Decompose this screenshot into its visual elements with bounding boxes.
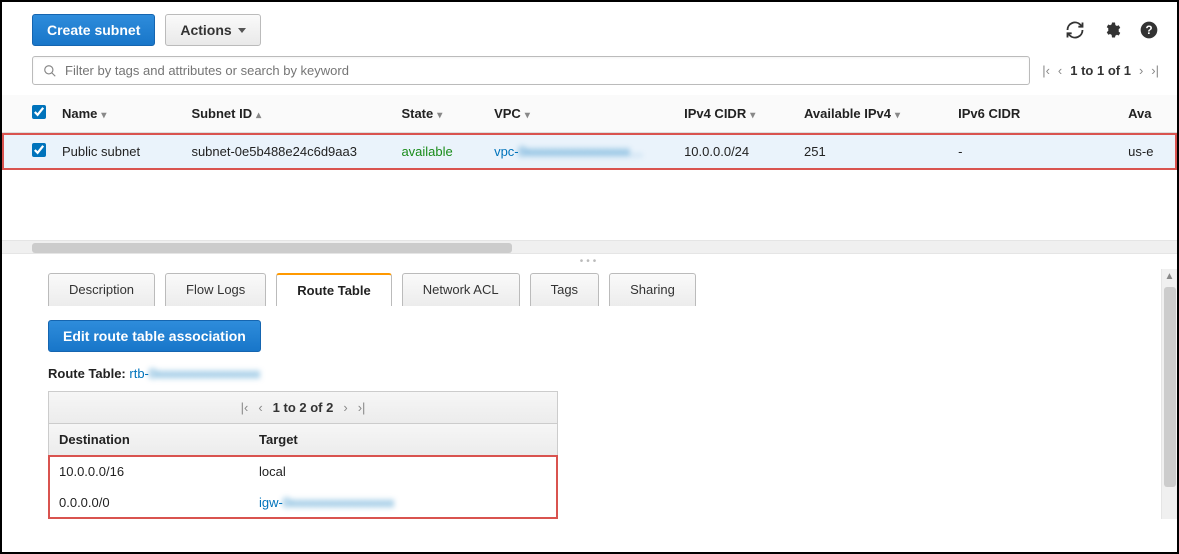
- routes-pager-first-icon[interactable]: |‹: [241, 400, 249, 415]
- scroll-up-icon[interactable]: ▲: [1162, 269, 1177, 284]
- pager-next-icon[interactable]: ›: [1139, 63, 1143, 78]
- filter-row: |‹ ‹ 1 to 1 of 1 › ›|: [2, 56, 1177, 95]
- pager-last-icon[interactable]: ›|: [1151, 63, 1159, 78]
- pager-first-icon[interactable]: |‹: [1042, 63, 1050, 78]
- tab-tags[interactable]: Tags: [530, 273, 599, 306]
- col-avail-zone[interactable]: Ava: [1120, 95, 1177, 133]
- col-subnet-id[interactable]: Subnet ID▴: [183, 95, 393, 133]
- route-table-panel: Edit route table association Route Table…: [48, 306, 1145, 519]
- cell-ipv4-cidr: 10.0.0.0/24: [676, 133, 796, 171]
- horizontal-scrollbar[interactable]: [2, 240, 1177, 254]
- help-icon[interactable]: ?: [1139, 20, 1159, 40]
- col-avail-ipv4[interactable]: Available IPv4▾: [796, 95, 950, 133]
- filter-input[interactable]: [65, 63, 1019, 78]
- row-checkbox[interactable]: [32, 143, 46, 157]
- cell-vpc[interactable]: vpc-0xxxxxxxxxxxxxxxx…: [486, 133, 676, 171]
- routes-pager-last-icon[interactable]: ›|: [358, 400, 366, 415]
- tab-route-table[interactable]: Route Table: [276, 273, 391, 306]
- gear-icon[interactable]: [1103, 21, 1121, 39]
- tab-description[interactable]: Description: [48, 273, 155, 306]
- subnets-table: Name▾ Subnet ID▴ State▾ VPC▾ IPv4 CIDR▾ …: [2, 95, 1177, 170]
- cell-state: available: [393, 133, 486, 171]
- chevron-down-icon: [238, 28, 246, 33]
- details-tabs: Description Flow Logs Route Table Networ…: [48, 273, 1145, 306]
- routes-table-wrap: |‹ ‹ 1 to 2 of 2 › ›| Destination Target: [48, 391, 558, 519]
- tab-sharing[interactable]: Sharing: [609, 273, 696, 306]
- vscroll-thumb[interactable]: [1164, 287, 1176, 487]
- route-table-link[interactable]: rtb-0xxxxxxxxxxxxxxxx: [129, 366, 260, 381]
- svg-text:?: ?: [1145, 24, 1152, 37]
- col-vpc[interactable]: VPC▾: [486, 95, 676, 133]
- details-panel: Description Flow Logs Route Table Networ…: [2, 269, 1177, 519]
- tab-flow-logs[interactable]: Flow Logs: [165, 273, 266, 306]
- routes-table: Destination Target 10.0.0.0/16 local 0.0…: [49, 424, 557, 518]
- top-toolbar: Create subnet Actions ?: [2, 2, 1177, 56]
- col-ipv6-cidr[interactable]: IPv6 CIDR: [950, 95, 1120, 133]
- routes-pager: |‹ ‹ 1 to 2 of 2 › ›|: [49, 392, 557, 424]
- cell-target[interactable]: igw-0xxxxxxxxxxxxxxxx: [249, 487, 557, 518]
- col-destination: Destination: [49, 424, 249, 456]
- pager-top: |‹ ‹ 1 to 1 of 1 › ›|: [1042, 63, 1159, 78]
- col-target: Target: [249, 424, 557, 456]
- routes-pager-prev-icon[interactable]: ‹: [258, 400, 262, 415]
- subnets-table-wrap: Name▾ Subnet ID▴ State▾ VPC▾ IPv4 CIDR▾ …: [2, 95, 1177, 170]
- select-all-checkbox[interactable]: [32, 105, 46, 119]
- cell-avail-zone: us-e: [1120, 133, 1177, 171]
- route-table-label: Route Table: rtb-0xxxxxxxxxxxxxxxx: [48, 366, 1145, 381]
- cell-avail-ipv4: 251: [796, 133, 950, 171]
- refresh-icon[interactable]: [1065, 20, 1085, 40]
- cell-destination: 0.0.0.0/0: [49, 487, 249, 518]
- cell-destination: 10.0.0.0/16: [49, 456, 249, 488]
- col-ipv4-cidr[interactable]: IPv4 CIDR▾: [676, 95, 796, 133]
- col-checkbox: [2, 95, 54, 133]
- search-icon: [43, 64, 57, 78]
- resize-handle[interactable]: •••: [2, 254, 1177, 269]
- vertical-scrollbar[interactable]: ▲: [1161, 269, 1177, 519]
- filter-search-box[interactable]: [32, 56, 1030, 85]
- routes-pager-next-icon[interactable]: ›: [343, 400, 347, 415]
- cell-ipv6-cidr: -: [950, 133, 1120, 171]
- cell-subnet-id: subnet-0e5b488e24c6d9aa3: [183, 133, 393, 171]
- cell-target: local: [249, 456, 557, 488]
- scroll-thumb[interactable]: [32, 243, 512, 253]
- table-row[interactable]: Public subnet subnet-0e5b488e24c6d9aa3 a…: [2, 133, 1177, 171]
- create-subnet-button[interactable]: Create subnet: [32, 14, 155, 46]
- tab-network-acl[interactable]: Network ACL: [402, 273, 520, 306]
- pager-text: 1 to 1 of 1: [1070, 63, 1131, 78]
- col-state[interactable]: State▾: [393, 95, 486, 133]
- cell-name: Public subnet: [54, 133, 183, 171]
- pager-prev-icon[interactable]: ‹: [1058, 63, 1062, 78]
- actions-button[interactable]: Actions: [165, 14, 260, 46]
- edit-route-table-button[interactable]: Edit route table association: [48, 320, 261, 352]
- route-row: 0.0.0.0/0 igw-0xxxxxxxxxxxxxxxx: [49, 487, 557, 518]
- route-row: 10.0.0.0/16 local: [49, 456, 557, 488]
- col-name[interactable]: Name▾: [54, 95, 183, 133]
